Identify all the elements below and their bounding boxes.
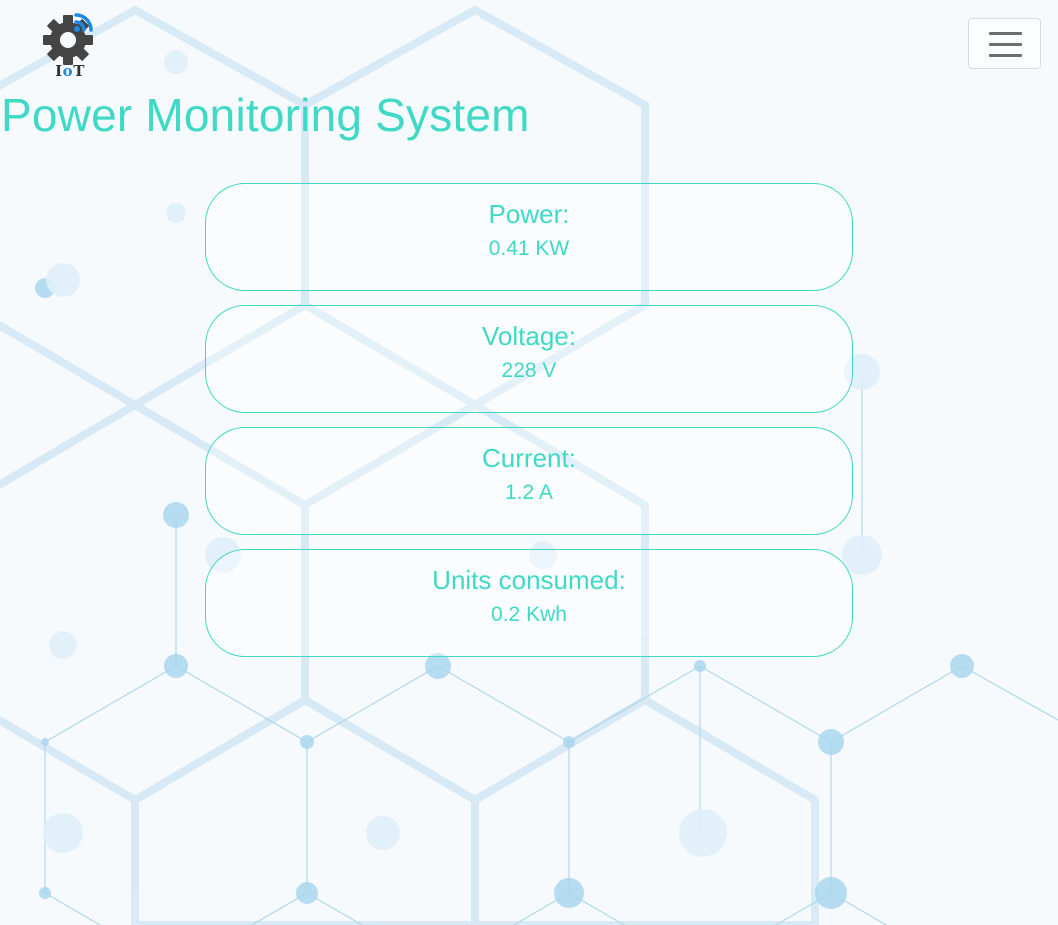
navbar: IoT	[0, 0, 1058, 90]
iot-logo[interactable]: IoT	[40, 10, 100, 82]
voltage-card: Voltage: 228 V	[205, 305, 853, 413]
hamburger-icon	[989, 32, 1022, 35]
units-consumed-card: Units consumed: 0.2 Kwh	[205, 549, 853, 657]
gear-wifi-icon	[43, 13, 93, 65]
power-value: 0.41 KW	[488, 237, 570, 260]
voltage-value: 228 V	[501, 359, 557, 382]
power-label: Power:	[488, 199, 570, 229]
current-card: Current: 1.2 A	[205, 427, 853, 535]
units-consumed-label: Units consumed:	[432, 565, 626, 595]
menu-toggle-button[interactable]	[968, 18, 1041, 69]
page-title: Power Monitoring System	[1, 89, 530, 141]
current-value: 1.2 A	[505, 481, 553, 504]
page: IoT Power Monitoring System Power: 0.41 …	[0, 0, 1058, 925]
units-consumed-value: 0.2 Kwh	[491, 603, 567, 626]
logo-text: IoT	[55, 62, 85, 80]
readings-list: Power: 0.41 KW Voltage: 228 V Current: 1…	[205, 183, 853, 671]
current-label: Current:	[482, 443, 576, 473]
voltage-label: Voltage:	[482, 321, 576, 351]
power-card: Power: 0.41 KW	[205, 183, 853, 291]
